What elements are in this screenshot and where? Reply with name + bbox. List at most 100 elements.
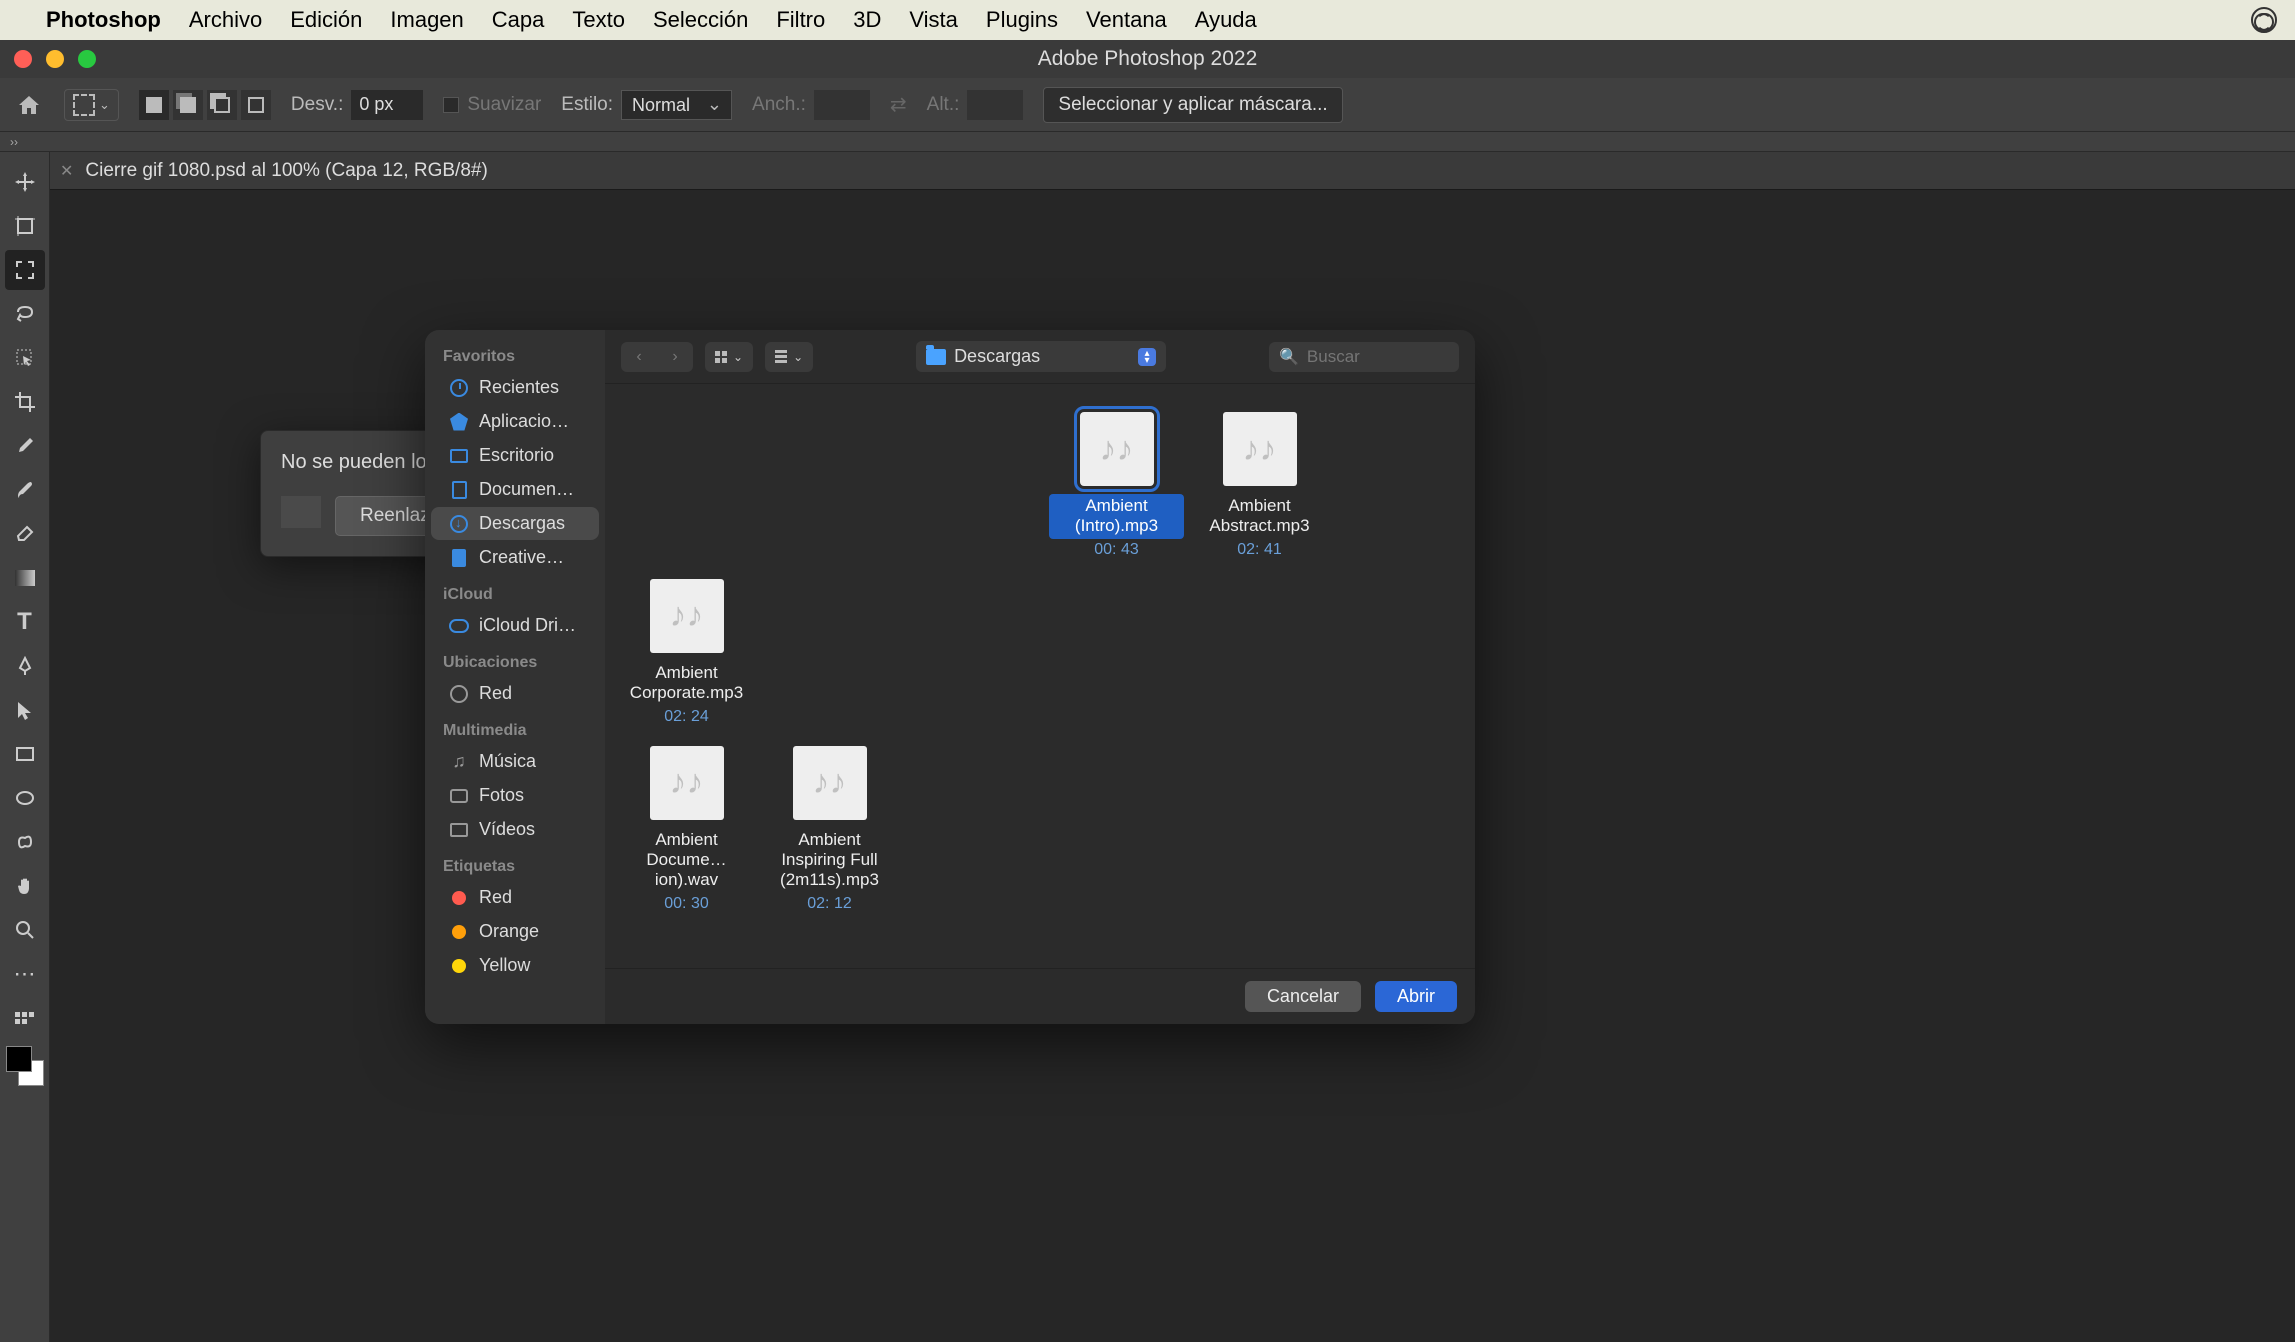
search-field[interactable]: 🔍 — [1269, 342, 1459, 372]
file-item[interactable]: ♪♪ Ambient (Intro).mp3 00: 43 — [1045, 406, 1188, 573]
audio-file-icon: ♪♪ — [1223, 412, 1297, 486]
file-item[interactable]: ♪♪ Ambient Corporate.mp3 02: 24 — [615, 573, 758, 740]
sidebar-item-videos[interactable]: Vídeos — [431, 813, 599, 846]
tool-move[interactable] — [5, 162, 45, 202]
select-and-mask-button[interactable]: Seleccionar y aplicar máscara... — [1043, 87, 1342, 123]
file-name: Ambient Abstract.mp3 — [1192, 494, 1327, 539]
search-input[interactable] — [1307, 347, 1449, 367]
chevron-down-icon: ⌄ — [733, 350, 743, 364]
tool-pen[interactable] — [5, 646, 45, 686]
menu-filtro[interactable]: Filtro — [776, 7, 825, 33]
file-item[interactable]: ♪♪ Ambient Abstract.mp3 02: 41 — [1188, 406, 1331, 573]
menu-ayuda[interactable]: Ayuda — [1195, 7, 1257, 33]
menu-ventana[interactable]: Ventana — [1086, 7, 1167, 33]
width-input — [814, 90, 870, 120]
feather-input[interactable] — [351, 90, 423, 120]
file-list: ♪♪ Ambient (Intro).mp3 00: 43 ♪♪ Ambient… — [605, 384, 1475, 968]
menu-archivo[interactable]: Archivo — [189, 7, 262, 33]
sidebar-item-documents[interactable]: Documen… — [431, 473, 599, 506]
tool-hand[interactable] — [5, 866, 45, 906]
location-label: Descargas — [954, 346, 1040, 367]
antialias-checkbox — [443, 97, 459, 113]
sidebar-label-locations: Ubicaciones — [425, 650, 605, 676]
menu-seleccion[interactable]: Selección — [653, 7, 748, 33]
nav-back-button[interactable]: ‹ — [621, 342, 657, 372]
tool-rectangle[interactable] — [5, 734, 45, 774]
tool-eyedropper[interactable] — [5, 426, 45, 466]
swap-dimensions-icon: ⇄ — [890, 92, 907, 117]
creative-cloud-icon[interactable] — [2251, 7, 2277, 33]
sidebar-label-tags: Etiquetas — [425, 854, 605, 880]
sidebar-tag-yellow[interactable]: Yellow — [431, 949, 599, 982]
view-mode-button[interactable]: ⌄ — [705, 342, 753, 372]
sidebar-tag-orange[interactable]: Orange — [431, 915, 599, 948]
sidebar-tag-red[interactable]: Red — [431, 881, 599, 914]
home-button[interactable] — [14, 90, 44, 120]
selection-mode-add[interactable] — [173, 90, 203, 120]
selection-mode-new[interactable] — [139, 90, 169, 120]
download-icon — [450, 515, 468, 533]
file-duration: 02: 41 — [1237, 541, 1281, 559]
group-mode-button[interactable]: ⌄ — [765, 342, 813, 372]
file-open-dialog: Favoritos Recientes Aplicacio… Escritori… — [425, 330, 1475, 1024]
foreground-swatch[interactable] — [6, 1046, 32, 1072]
tool-crop[interactable] — [5, 382, 45, 422]
music-icon: ♫ — [449, 752, 469, 772]
menu-capa[interactable]: Capa — [492, 7, 545, 33]
folder-icon — [926, 349, 946, 365]
menubar-app-name[interactable]: Photoshop — [46, 7, 161, 33]
window-close-button[interactable] — [14, 50, 32, 68]
panel-toggle[interactable]: ›› — [0, 132, 2295, 152]
file-dialog-sidebar: Favoritos Recientes Aplicacio… Escritori… — [425, 330, 605, 1024]
tool-lasso[interactable] — [5, 294, 45, 334]
tool-brush[interactable] — [5, 470, 45, 510]
tool-gradient[interactable] — [5, 558, 45, 598]
window-minimize-button[interactable] — [46, 50, 64, 68]
document-icon — [452, 481, 467, 499]
tool-zoom[interactable] — [5, 910, 45, 950]
style-select[interactable]: Normal — [621, 90, 732, 120]
selection-mode-subtract[interactable] — [207, 90, 237, 120]
window-maximize-button[interactable] — [78, 50, 96, 68]
tool-custom-shape[interactable] — [5, 822, 45, 862]
desktop-icon — [450, 449, 468, 463]
file-name: Ambient Docume…ion).wav — [619, 828, 754, 893]
tool-artboard[interactable] — [5, 206, 45, 246]
sidebar-item-applications[interactable]: Aplicacio… — [431, 405, 599, 438]
file-item[interactable]: ♪♪ Ambient Docume…ion).wav 00: 30 — [615, 740, 758, 927]
open-button[interactable]: Abrir — [1375, 981, 1457, 1012]
tool-eraser[interactable] — [5, 514, 45, 554]
menu-vista[interactable]: Vista — [909, 7, 958, 33]
selection-mode-intersect[interactable] — [241, 90, 271, 120]
sidebar-item-recents[interactable]: Recientes — [431, 371, 599, 404]
sidebar-item-network[interactable]: Red — [431, 677, 599, 710]
active-tool-dropdown[interactable]: ⌄ — [64, 89, 119, 121]
color-swatches[interactable] — [6, 1046, 44, 1086]
video-icon — [450, 823, 468, 837]
cancel-button[interactable]: Cancelar — [1245, 981, 1361, 1012]
menu-plugins[interactable]: Plugins — [986, 7, 1058, 33]
location-dropdown[interactable]: Descargas ▴▾ — [916, 341, 1166, 372]
tool-path-select[interactable] — [5, 690, 45, 730]
tool-more[interactable]: ⋯ — [5, 954, 45, 994]
document-tab[interactable]: ✕ Cierre gif 1080.psd al 100% (Capa 12, … — [50, 152, 2295, 190]
tool-edit-toolbar[interactable] — [5, 998, 45, 1038]
tool-object-select[interactable] — [5, 338, 45, 378]
tool-type[interactable]: T — [5, 602, 45, 642]
tool-marquee[interactable] — [5, 250, 45, 290]
menu-edicion[interactable]: Edición — [290, 7, 362, 33]
menu-texto[interactable]: Texto — [572, 7, 625, 33]
sidebar-item-creative[interactable]: Creative… — [431, 541, 599, 574]
sidebar-item-icloud-drive[interactable]: iCloud Dri… — [431, 609, 599, 642]
close-tab-icon[interactable]: ✕ — [60, 161, 73, 181]
nav-forward-button[interactable]: › — [657, 342, 693, 372]
sidebar-item-desktop[interactable]: Escritorio — [431, 439, 599, 472]
sidebar-item-photos[interactable]: Fotos — [431, 779, 599, 812]
sidebar-item-music[interactable]: ♫Música — [431, 745, 599, 778]
file-item[interactable]: ♪♪ Ambient Inspiring Full (2m11s).mp3 02… — [758, 740, 901, 927]
width-label: Anch.: — [752, 94, 806, 116]
menu-3d[interactable]: 3D — [853, 7, 881, 33]
tool-ellipse[interactable] — [5, 778, 45, 818]
menu-imagen[interactable]: Imagen — [390, 7, 463, 33]
sidebar-item-downloads[interactable]: Descargas — [431, 507, 599, 540]
